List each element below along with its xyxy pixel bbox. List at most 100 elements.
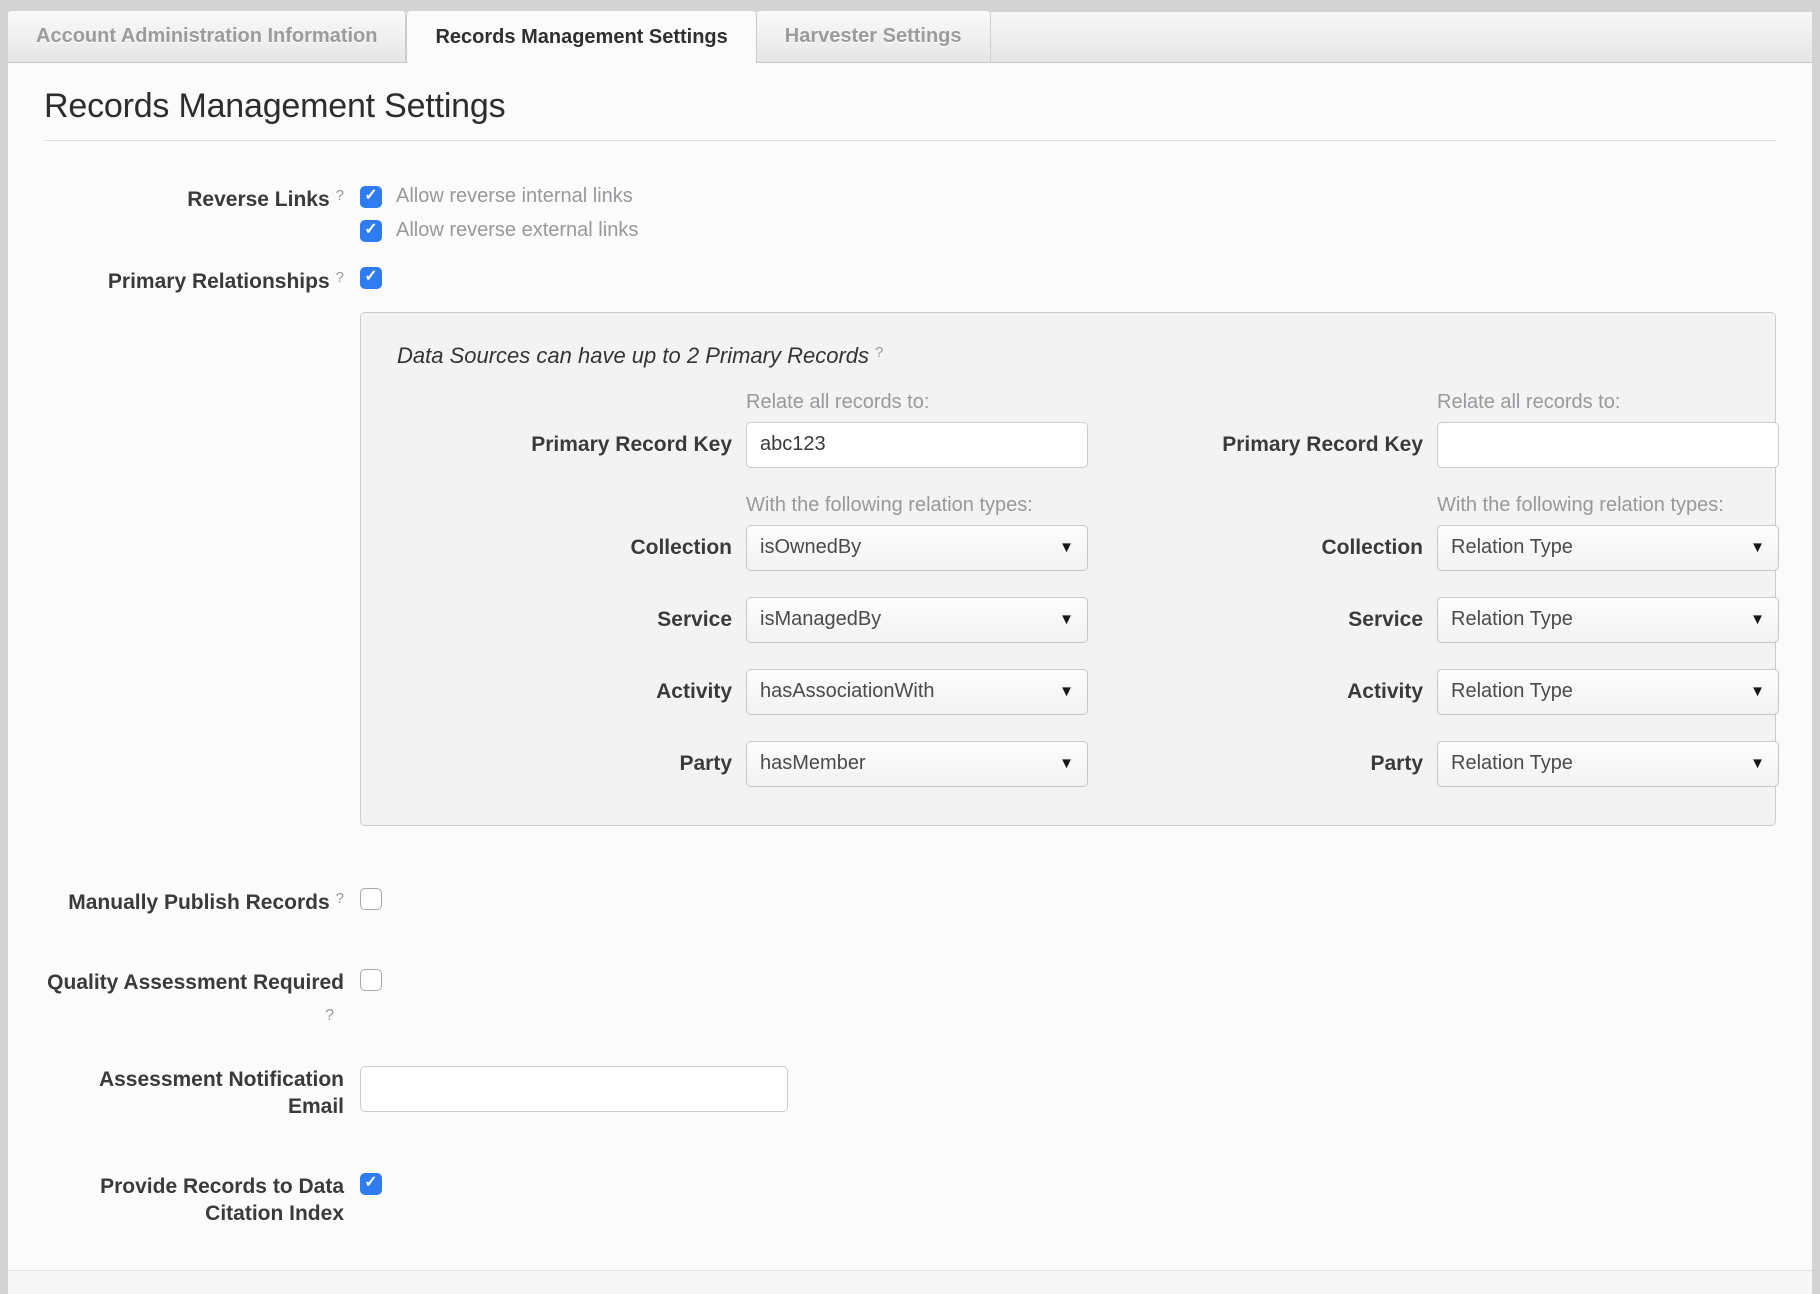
spacer: [397, 468, 1088, 494]
select-value: hasMember: [760, 752, 866, 775]
chevron-down-icon: ▼: [1059, 539, 1074, 556]
quality-assessment-checkbox[interactable]: ✓: [360, 969, 382, 991]
help-icon[interactable]: ?: [336, 890, 344, 907]
select-value: Relation Type: [1451, 680, 1573, 703]
tab-bar: Account Administration Information Recor…: [8, 12, 1812, 63]
primary-record-key-label: Primary Record Key: [1088, 433, 1423, 457]
check-icon: ✓: [364, 222, 377, 238]
primary-record-key-row: Primary Record Key: [397, 422, 1088, 468]
page-title: Records Management Settings: [44, 87, 1776, 126]
service-label: Service: [1088, 608, 1423, 632]
service-relation-select-2[interactable]: Relation Type ▼: [1437, 597, 1779, 643]
assessment-email-control: [360, 1066, 1776, 1112]
quality-assessment-row: Quality Assessment Required ? ✓: [44, 969, 1776, 1026]
service-relation-select[interactable]: isManagedBy ▼: [746, 597, 1088, 643]
primary-records-panel: Data Sources can have up to 2 Primary Re…: [360, 312, 1776, 826]
tab-account-administration-information[interactable]: Account Administration Information: [8, 11, 406, 62]
help-icon[interactable]: ?: [336, 269, 344, 286]
allow-reverse-internal-label: Allow reverse internal links: [396, 185, 633, 208]
manually-publish-row: Manually Publish Records? ✓: [44, 888, 1776, 917]
tab-harvester-settings[interactable]: Harvester Settings: [757, 11, 991, 62]
content-area: Records Management Settings Reverse Link…: [8, 63, 1812, 1228]
spacer: [1088, 468, 1779, 494]
help-icon[interactable]: ?: [44, 1006, 344, 1026]
tab-records-management-settings[interactable]: Records Management Settings: [406, 11, 756, 63]
chevron-down-icon: ▼: [1059, 683, 1074, 700]
party-label: Party: [397, 752, 732, 776]
panel-heading: Data Sources can have up to 2 Primary Re…: [397, 343, 1775, 369]
quality-assessment-label-text: Quality Assessment Required: [47, 971, 344, 994]
primary-record-column-1: Relate all records to: Primary Record Ke…: [397, 391, 1088, 787]
primary-relationships-control: ✓: [360, 267, 1776, 289]
chevron-down-icon: ▼: [1750, 683, 1765, 700]
collection-label: Collection: [397, 536, 732, 560]
primary-relationships-checkbox[interactable]: ✓: [360, 267, 382, 289]
party-relation-row: Party Relation Type ▼: [1088, 741, 1779, 787]
assessment-email-input[interactable]: [360, 1066, 788, 1112]
primary-relationships-label: Primary Relationships?: [44, 267, 344, 296]
citation-index-label: Provide Records to Data Citation Index: [44, 1173, 344, 1228]
manually-publish-label-text: Manually Publish Records: [68, 891, 329, 914]
allow-reverse-external-label: Allow reverse external links: [396, 219, 638, 242]
chevron-down-icon: ▼: [1750, 755, 1765, 772]
check-icon: ✓: [364, 188, 377, 204]
service-label: Service: [397, 608, 732, 632]
activity-label: Activity: [1088, 680, 1423, 704]
quality-assessment-label: Quality Assessment Required ?: [44, 969, 344, 1026]
allow-reverse-external-checkbox[interactable]: ✓: [360, 220, 382, 242]
quality-assessment-control: ✓: [360, 969, 1776, 996]
help-icon[interactable]: ?: [875, 344, 883, 361]
page: Account Administration Information Recor…: [8, 12, 1812, 1294]
chevron-down-icon: ▼: [1059, 755, 1074, 772]
activity-relation-row: Activity Relation Type ▼: [1088, 669, 1779, 715]
primary-record-key-input-2[interactable]: [1437, 422, 1779, 468]
collection-relation-select-2[interactable]: Relation Type ▼: [1437, 525, 1779, 571]
assessment-email-label: Assessment Notification Email: [44, 1066, 344, 1121]
primary-record-column-2: Relate all records to: Primary Record Ke…: [1088, 391, 1779, 787]
title-divider: [44, 140, 1776, 141]
reverse-links-options: ✓ Allow reverse internal links ✓ Allow r…: [360, 185, 1776, 253]
allow-reverse-internal-checkbox[interactable]: ✓: [360, 186, 382, 208]
reverse-external-option: ✓ Allow reverse external links: [360, 219, 1776, 242]
primary-relationships-row: Primary Relationships? ✓: [44, 267, 1776, 296]
primary-record-key-label: Primary Record Key: [397, 433, 732, 457]
check-icon: ✓: [364, 269, 377, 285]
select-value: Relation Type: [1451, 752, 1573, 775]
citation-index-row: Provide Records to Data Citation Index ✓: [44, 1173, 1776, 1228]
select-value: Relation Type: [1451, 608, 1573, 631]
select-value: Relation Type: [1451, 536, 1573, 559]
panel-columns: Relate all records to: Primary Record Ke…: [397, 391, 1775, 787]
select-value: hasAssociationWith: [760, 680, 935, 703]
relation-types-label: With the following relation types:: [746, 494, 1088, 517]
reverse-links-label: Reverse Links?: [44, 185, 344, 214]
relate-all-records-label: Relate all records to:: [746, 391, 1088, 414]
collection-relation-row: Collection Relation Type ▼: [1088, 525, 1779, 571]
collection-label: Collection: [1088, 536, 1423, 560]
collection-relation-select[interactable]: isOwnedBy ▼: [746, 525, 1088, 571]
citation-index-checkbox[interactable]: ✓: [360, 1173, 382, 1195]
chevron-down-icon: ▼: [1059, 611, 1074, 628]
activity-relation-select[interactable]: hasAssociationWith ▼: [746, 669, 1088, 715]
reverse-internal-option: ✓ Allow reverse internal links: [360, 185, 1776, 208]
check-icon: ✓: [364, 1175, 377, 1191]
manually-publish-checkbox[interactable]: ✓: [360, 888, 382, 910]
select-value: isManagedBy: [760, 608, 881, 631]
primary-record-key-input[interactable]: [746, 422, 1088, 468]
party-relation-row: Party hasMember ▼: [397, 741, 1088, 787]
party-relation-select-2[interactable]: Relation Type ▼: [1437, 741, 1779, 787]
assessment-email-row: Assessment Notification Email: [44, 1066, 1776, 1121]
service-relation-row: Service isManagedBy ▼: [397, 597, 1088, 643]
party-relation-select[interactable]: hasMember ▼: [746, 741, 1088, 787]
collection-relation-row: Collection isOwnedBy ▼: [397, 525, 1088, 571]
panel-heading-text: Data Sources can have up to 2 Primary Re…: [397, 343, 869, 368]
footer: Save Cancel: [8, 1271, 1812, 1294]
relate-all-records-label: Relate all records to:: [1437, 391, 1779, 414]
help-icon[interactable]: ?: [336, 187, 344, 204]
manually-publish-control: ✓: [360, 888, 1776, 915]
relation-types-label: With the following relation types:: [1437, 494, 1779, 517]
activity-relation-select-2[interactable]: Relation Type ▼: [1437, 669, 1779, 715]
reverse-links-row: Reverse Links? ✓ Allow reverse internal …: [44, 185, 1776, 253]
chevron-down-icon: ▼: [1750, 611, 1765, 628]
service-relation-row: Service Relation Type ▼: [1088, 597, 1779, 643]
activity-relation-row: Activity hasAssociationWith ▼: [397, 669, 1088, 715]
